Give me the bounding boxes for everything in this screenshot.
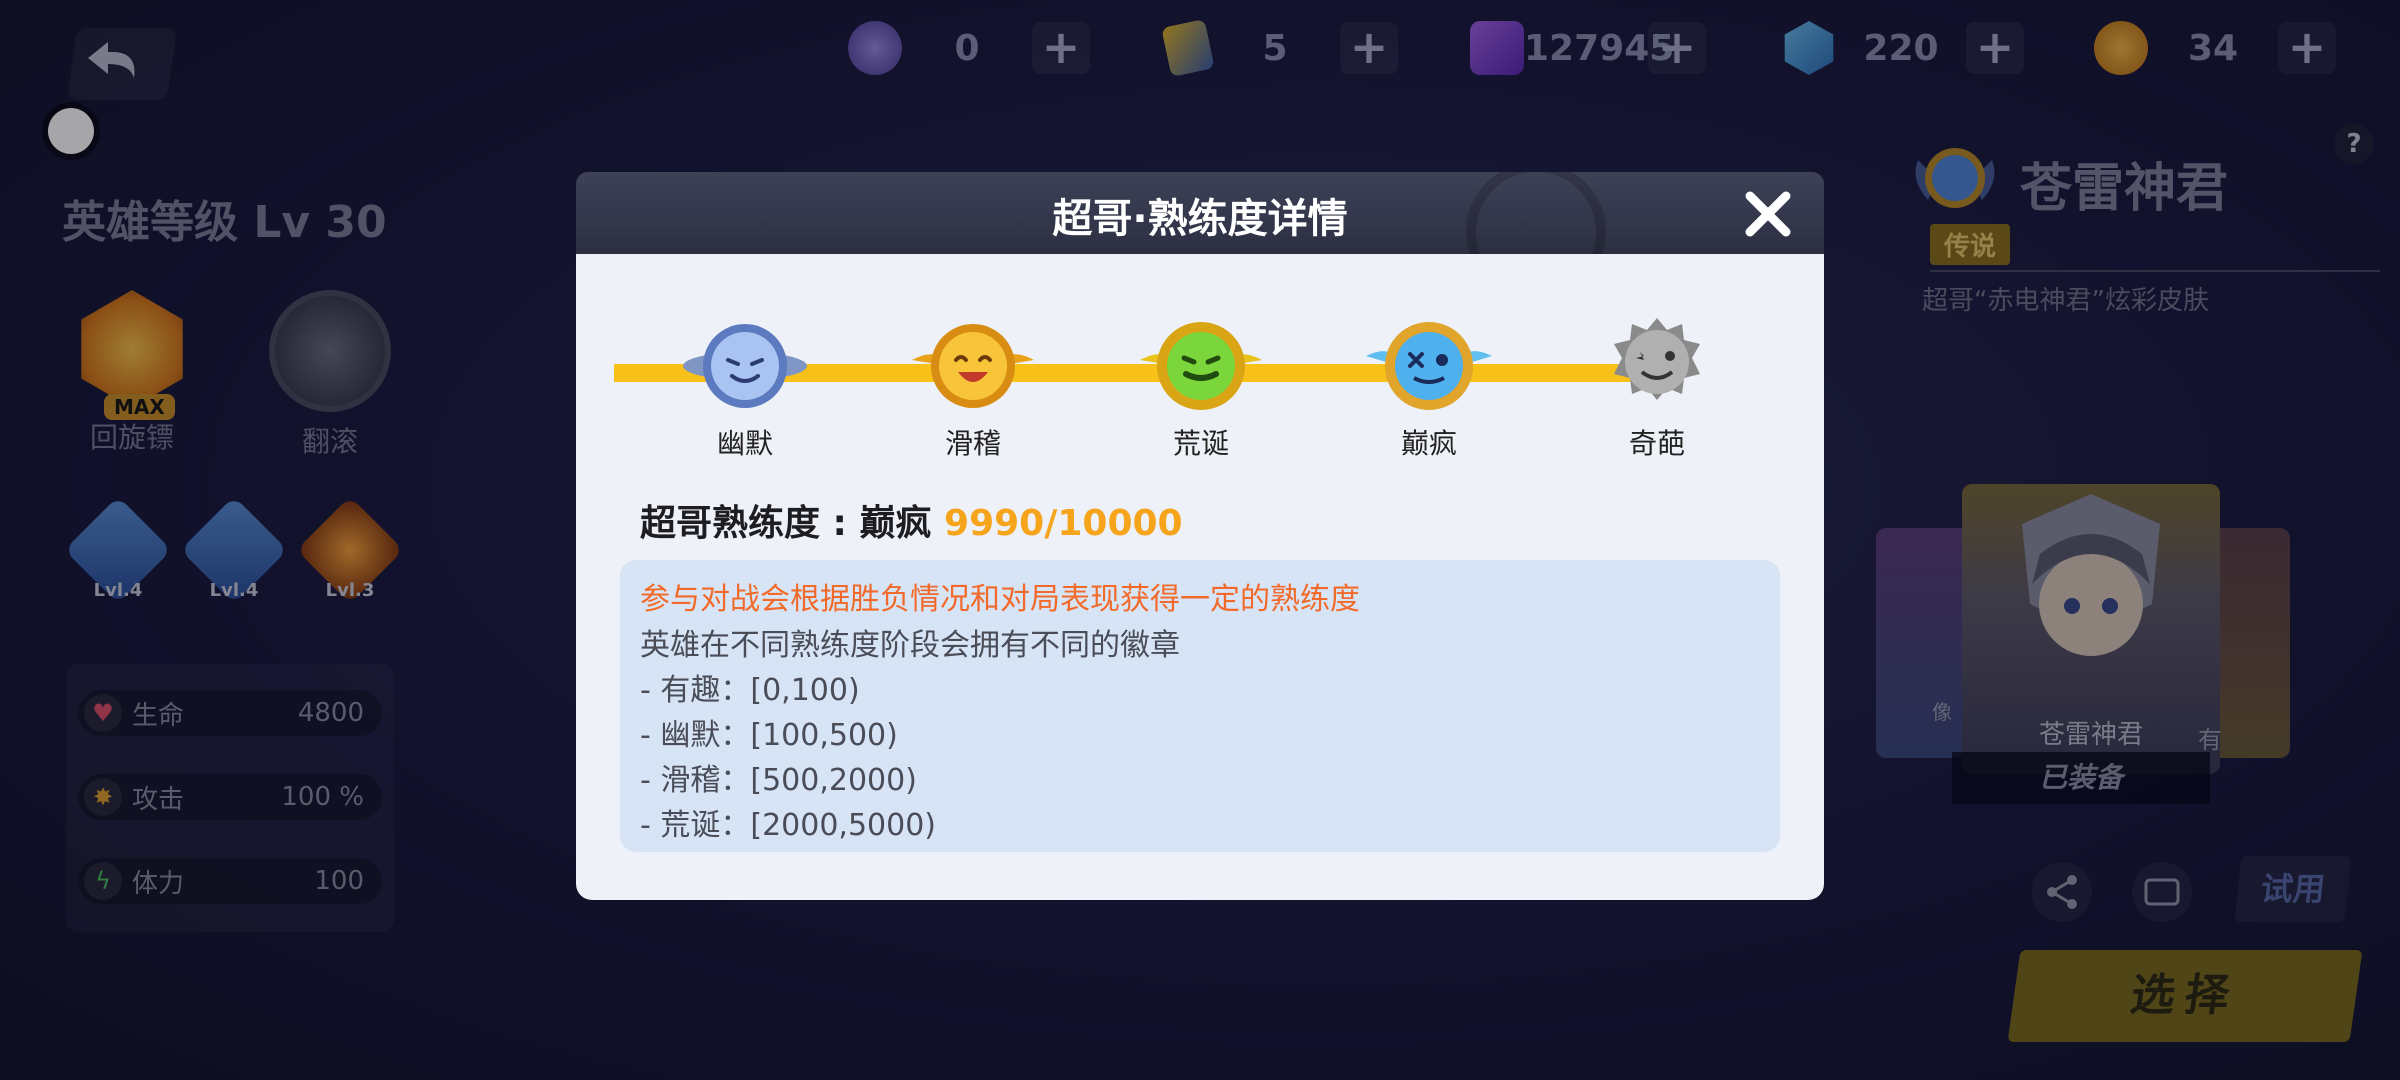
- badge-label: 奇葩: [1628, 427, 1685, 460]
- mastery-info-box: 参与对战会根据胜负情况和对局表现获得一定的熟练度 英雄在不同熟练度阶段会拥有不同…: [620, 560, 1780, 852]
- badge-funny: 滑稽: [908, 316, 1038, 462]
- info-highlight: 参与对战会根据胜负情况和对局表现获得一定的熟练度: [640, 582, 1360, 617]
- dialog-header: 超哥·熟练度详情: [576, 172, 1824, 254]
- info-line: - 滑稽：[500,2000): [640, 763, 917, 798]
- close-icon[interactable]: [1742, 188, 1794, 240]
- mastery-label: 超哥熟练度 : 巅疯: [640, 503, 932, 544]
- badge-label: 巅疯: [1400, 427, 1457, 460]
- dialog-title: 超哥·熟练度详情: [1052, 196, 1348, 242]
- dialog-body: 幽默 滑稽 荒诞 巅疯 奇葩 超哥熟练度: 巅疯 9990/10000 参与对…: [576, 254, 1824, 900]
- info-line: - 幽默：[100,500): [640, 718, 898, 753]
- mastery-detail-dialog: 超哥·熟练度详情 幽默 滑稽 荒诞 巅疯 奇葩 超哥熟练度: 巅疯 9990/…: [576, 172, 1824, 900]
- info-line: 英雄在不同熟练度阶段会拥有不同的徽章: [640, 628, 1180, 663]
- badge-label: 幽默: [716, 427, 773, 460]
- badge-label: 荒诞: [1172, 427, 1229, 460]
- absurd-badge-icon: [1140, 322, 1262, 410]
- mastery-value: 9990/10000: [944, 503, 1183, 544]
- weird-badge-icon: [1614, 318, 1700, 400]
- badge-absurd: 荒诞: [1136, 316, 1266, 462]
- badge-label: 滑稽: [944, 427, 1001, 460]
- humor-badge-icon: [683, 324, 807, 408]
- funny-badge-icon: [912, 324, 1034, 408]
- crazy-badge-icon: [1366, 322, 1492, 410]
- badge-crazy: 巅疯: [1364, 316, 1494, 462]
- info-line: - 有趣：[0,100): [640, 673, 860, 708]
- badge-humor: 幽默: [680, 316, 810, 462]
- info-line: - 荒诞：[2000,5000): [640, 808, 937, 843]
- badge-weird: 奇葩: [1592, 316, 1722, 462]
- mastery-summary: 超哥熟练度 : 巅疯 9990/10000: [640, 494, 1183, 546]
